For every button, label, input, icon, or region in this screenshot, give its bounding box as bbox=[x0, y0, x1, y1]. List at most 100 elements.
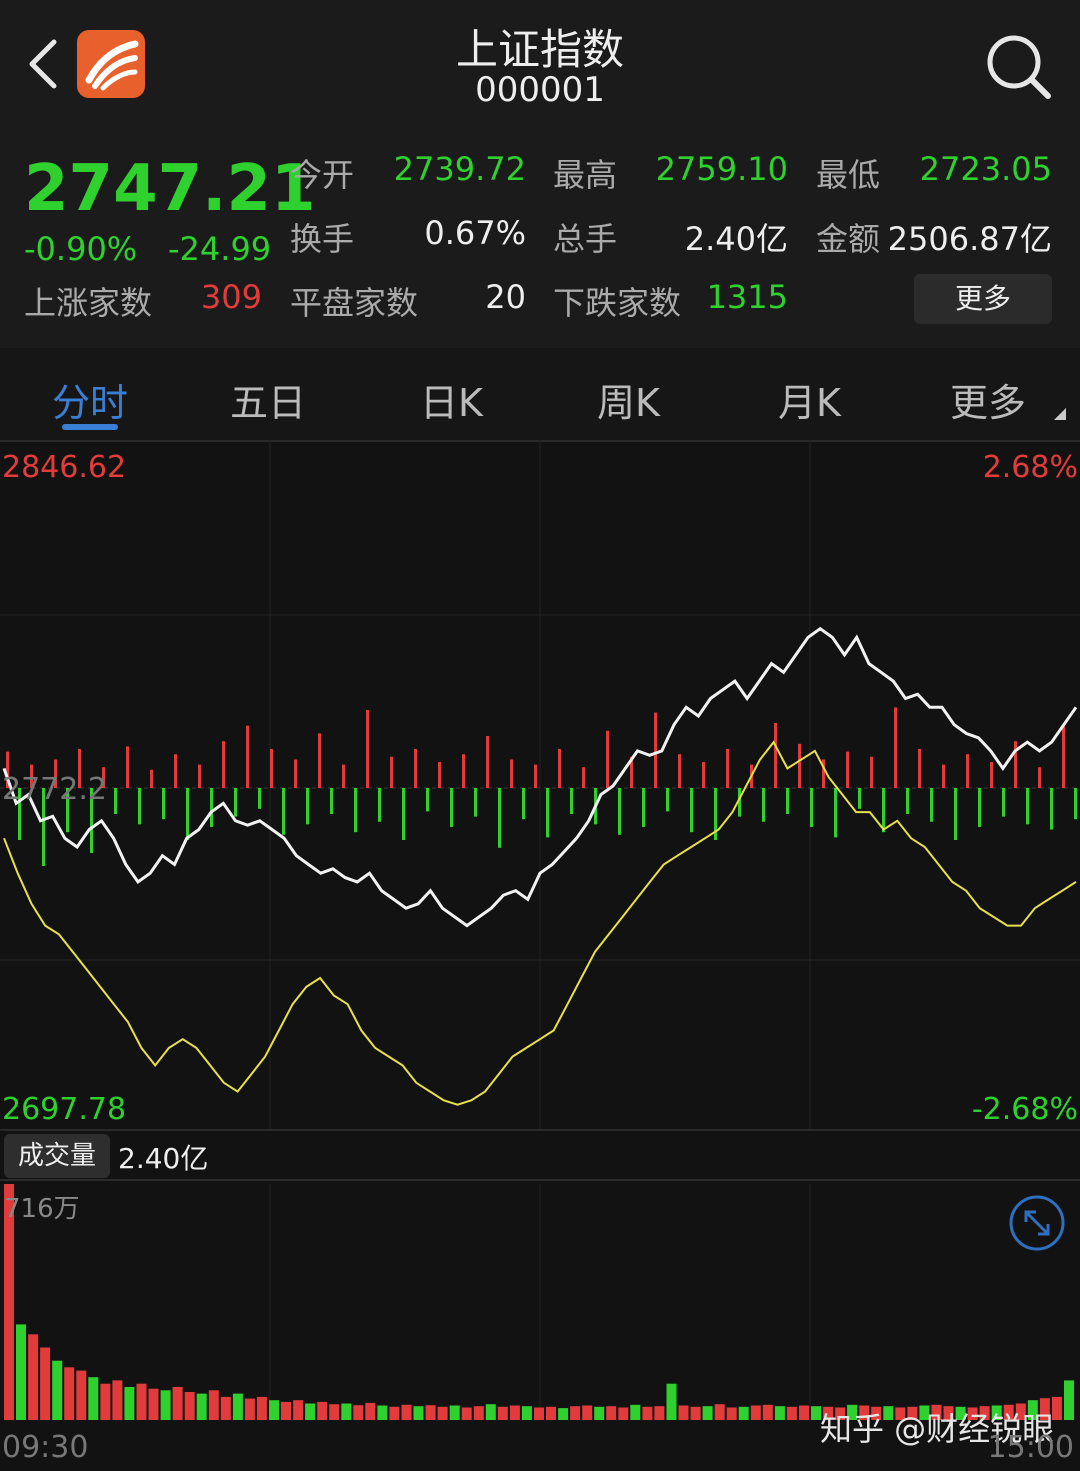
volume-bar bbox=[377, 1405, 388, 1420]
active-tab-indicator bbox=[62, 424, 118, 430]
breadth-bar bbox=[642, 788, 645, 827]
up-count-value: 309 bbox=[200, 278, 262, 316]
flat-count-value: 20 bbox=[485, 278, 526, 316]
volume-bar bbox=[305, 1403, 316, 1420]
breadth-bar bbox=[318, 733, 321, 788]
volume-bar bbox=[726, 1407, 737, 1420]
breadth-bar bbox=[354, 788, 357, 833]
breadth-bar bbox=[858, 788, 861, 809]
breadth-bar bbox=[210, 788, 213, 827]
breadth-bar bbox=[942, 764, 945, 788]
breadth-bar bbox=[1038, 767, 1041, 788]
volume-bar bbox=[521, 1406, 532, 1420]
volume-bar bbox=[329, 1404, 340, 1420]
volume-bar bbox=[678, 1405, 689, 1420]
breadth-bar bbox=[690, 788, 693, 833]
tab-five-day[interactable]: 五日 bbox=[230, 372, 306, 427]
breadth-bar bbox=[474, 788, 477, 817]
volume-bar bbox=[256, 1396, 267, 1420]
flat-count-label: 平盘家数 bbox=[290, 284, 419, 322]
tab-monthly-k[interactable]: 月K bbox=[778, 372, 841, 427]
volume-bar bbox=[269, 1400, 279, 1420]
volume-max-label: 716万 bbox=[4, 1194, 80, 1224]
volume-bar bbox=[16, 1324, 26, 1420]
open-value: 2739.72 bbox=[393, 150, 526, 188]
change-percent: -0.90% bbox=[24, 230, 138, 268]
volume-bar bbox=[606, 1406, 617, 1420]
tab-more[interactable]: 更多 bbox=[950, 372, 1026, 427]
total-volume-label: 总手 bbox=[553, 220, 618, 258]
volume-bar bbox=[401, 1404, 412, 1420]
breadth-bar bbox=[186, 788, 189, 840]
volume-bar bbox=[353, 1405, 364, 1420]
breadth-bar bbox=[462, 754, 465, 788]
search-icon[interactable] bbox=[982, 30, 1054, 102]
breadth-bar bbox=[162, 788, 165, 820]
breadth-bar bbox=[522, 788, 525, 820]
breadth-bar bbox=[426, 788, 429, 812]
volume-bar bbox=[244, 1398, 255, 1420]
volume-bar bbox=[582, 1405, 593, 1420]
stock-code: 000001 bbox=[475, 70, 605, 110]
expand-icon[interactable] bbox=[1008, 1194, 1066, 1252]
breadth-bar bbox=[198, 764, 201, 788]
breadth-bar bbox=[138, 788, 141, 825]
breadth-bar bbox=[882, 788, 885, 833]
breadth-bar bbox=[870, 756, 873, 788]
change-value: -24.99 bbox=[168, 230, 272, 268]
volume-bar bbox=[148, 1388, 159, 1420]
breadth-bar bbox=[270, 749, 273, 788]
x-axis-start-label: 09:30 bbox=[2, 1430, 89, 1465]
breadth-bar bbox=[414, 749, 417, 788]
low-value: 2723.05 bbox=[919, 150, 1052, 188]
volume-bar bbox=[702, 1406, 713, 1420]
app-logo-icon[interactable] bbox=[77, 30, 145, 98]
tab-daily-k[interactable]: 日K bbox=[420, 372, 483, 427]
breadth-bar bbox=[834, 788, 837, 838]
volume-bar bbox=[546, 1406, 556, 1420]
volume-bar bbox=[341, 1403, 352, 1420]
y-axis-max-label: 2846.62 bbox=[2, 450, 127, 485]
volume-bar bbox=[220, 1396, 231, 1420]
breadth-bar bbox=[798, 743, 801, 788]
volume-bar bbox=[473, 1406, 484, 1420]
breadth-bar bbox=[366, 710, 369, 788]
breadth-bar bbox=[990, 762, 993, 788]
back-arrow-icon[interactable] bbox=[22, 34, 62, 94]
tab-intraday[interactable]: 分时 bbox=[52, 372, 128, 427]
breadth-bar bbox=[234, 788, 237, 817]
volume-bar bbox=[437, 1406, 448, 1420]
volume-bar bbox=[76, 1370, 87, 1420]
breadth-bar bbox=[510, 759, 513, 788]
tab-weekly-k[interactable]: 周K bbox=[597, 372, 660, 427]
down-count-label: 下跌家数 bbox=[553, 284, 682, 322]
breadth-bar bbox=[378, 788, 381, 822]
volume-bar bbox=[172, 1387, 183, 1420]
breadth-bar bbox=[606, 730, 609, 788]
volume-bar bbox=[786, 1406, 797, 1420]
volume-bar bbox=[762, 1404, 773, 1420]
breadth-bar bbox=[450, 788, 453, 827]
breadth-bar bbox=[1050, 788, 1053, 830]
breadth-bar bbox=[306, 788, 309, 825]
volume-bar bbox=[28, 1334, 39, 1420]
open-label: 今开 bbox=[290, 156, 355, 194]
volume-bar bbox=[642, 1406, 653, 1420]
volume-bar bbox=[365, 1402, 376, 1420]
breadth-bar bbox=[654, 712, 657, 788]
volume-bar bbox=[534, 1407, 544, 1420]
y-axis-min-label: 2697.78 bbox=[2, 1092, 127, 1127]
breadth-bar bbox=[1026, 788, 1029, 825]
volume-bar bbox=[630, 1404, 641, 1420]
volume-bar bbox=[738, 1406, 749, 1420]
breadth-bar bbox=[222, 741, 225, 788]
breadth-bar bbox=[1074, 788, 1077, 820]
volume-tag[interactable]: 成交量 bbox=[4, 1134, 110, 1178]
intraday-chart[interactable] bbox=[0, 440, 1080, 1471]
volume-bar bbox=[208, 1390, 219, 1420]
volume-bar bbox=[88, 1377, 99, 1420]
breadth-bar bbox=[126, 746, 129, 788]
period-tabs: 分时 五日 日K 周K 月K 更多 bbox=[0, 348, 1080, 442]
breadth-bar bbox=[402, 788, 405, 840]
more-quote-button[interactable]: 更多 bbox=[914, 274, 1052, 324]
